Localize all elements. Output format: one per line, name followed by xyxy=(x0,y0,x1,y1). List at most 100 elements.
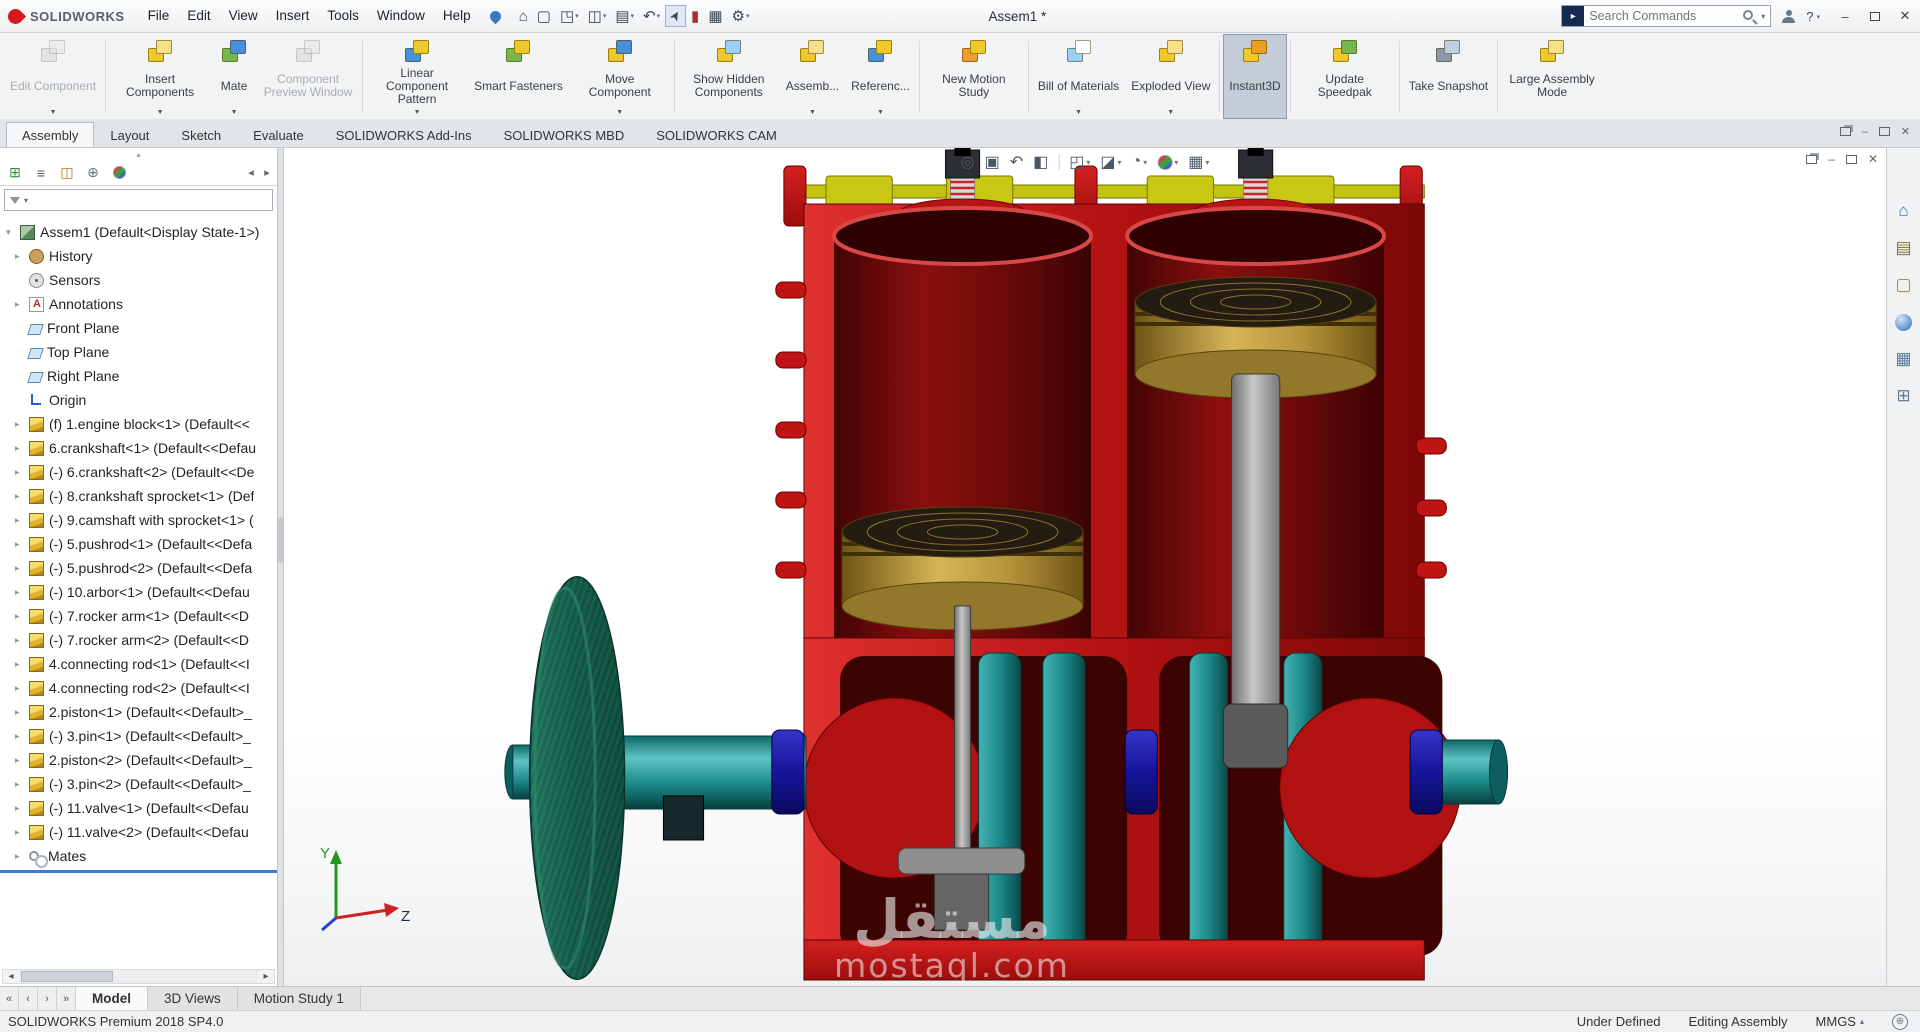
tab-model[interactable]: Model xyxy=(76,987,148,1010)
tree-item-3-pin-1-default-default[interactable]: ▸ (-) 3.pin<1> (Default<<Default>_ xyxy=(0,724,277,748)
tab-sketch[interactable]: Sketch xyxy=(165,122,237,147)
tab-solidworks-mbd[interactable]: SOLIDWORKS MBD xyxy=(488,122,641,147)
menu-view[interactable]: View xyxy=(220,0,267,32)
tree-item-5-pushrod-1-default-defa[interactable]: ▸ (-) 5.pushrod<1> (Default<<Defa xyxy=(0,532,277,556)
view-grid-button[interactable]: ▦ xyxy=(704,5,726,27)
zoom-fit-button[interactable]: ◎ xyxy=(961,152,975,172)
file-explorer-button[interactable]: ▢ xyxy=(1891,272,1917,298)
help-button[interactable]: ? ▾ xyxy=(1806,9,1820,24)
user-account-icon[interactable] xyxy=(1782,9,1796,23)
filter-caret-icon[interactable]: ▾ xyxy=(24,196,28,205)
save-button[interactable]: ◫ ▾ xyxy=(584,5,611,27)
panel-horizontal-scrollbar[interactable]: ◂ ▸ xyxy=(2,969,275,984)
tab-scroll-first-button[interactable]: « xyxy=(0,987,19,1010)
tree-item-7-rocker-arm-1-default-d[interactable]: ▸ (-) 7.rocker arm<1> (Default<<D xyxy=(0,604,277,628)
ribbon-mate[interactable]: Mate ▼ xyxy=(211,34,257,119)
ribbon-instant3d[interactable]: Instant3D xyxy=(1223,34,1287,119)
tree-item-top-plane[interactable]: Top Plane xyxy=(0,340,277,364)
pin-icon[interactable] xyxy=(487,8,503,24)
new-document-button[interactable]: ▢ xyxy=(533,5,555,27)
viewport-close-icon[interactable]: ✕ xyxy=(1868,152,1878,166)
menu-insert[interactable]: Insert xyxy=(267,0,319,32)
edit-appearance-button[interactable]: ▾ xyxy=(1157,154,1178,170)
select-button[interactable]: ➤ xyxy=(665,5,687,27)
ribbon-take-snapshot[interactable]: Take Snapshot xyxy=(1403,34,1494,119)
panel-scroll-right-icon[interactable]: ▸ xyxy=(258,970,274,983)
doc-restore-button[interactable] xyxy=(1878,127,1890,136)
display-style-button[interactable]: ◪ ▾ xyxy=(1100,152,1121,172)
ribbon-insert-components[interactable]: Insert Components ▼ xyxy=(109,34,211,119)
panel-collapse-handle[interactable]: ▴ xyxy=(0,148,277,160)
tree-item-10-arbor-1-default-defau[interactable]: ▸ (-) 10.arbor<1> (Default<<Defau xyxy=(0,580,277,604)
zoom-area-button[interactable]: ▣ xyxy=(985,152,1000,172)
menu-window[interactable]: Window xyxy=(368,0,434,32)
dimxpertmanager-tab[interactable]: ⊕ xyxy=(81,162,105,184)
ribbon-new-motion-study[interactable]: New Motion Study xyxy=(923,34,1025,119)
configurationmanager-tab[interactable]: ◫ xyxy=(55,162,79,184)
ribbon-update-speedpak[interactable]: Update Speedpak xyxy=(1294,34,1396,119)
search-caret-icon[interactable]: ▾ xyxy=(1761,12,1765,21)
custom-properties-button[interactable]: ⊞ xyxy=(1891,383,1917,409)
tab-layout[interactable]: Layout xyxy=(94,122,165,147)
tree-item-3-pin-2-default-default[interactable]: ▸ (-) 3.pin<2> (Default<<Default>_ xyxy=(0,772,277,796)
open-button[interactable]: ◳ ▾ xyxy=(556,5,583,27)
panel-tabs-scroll-left[interactable]: ◂ xyxy=(244,162,258,184)
panel-scroll-thumb[interactable] xyxy=(21,971,113,982)
tab-solidworks-cam[interactable]: SOLIDWORKS CAM xyxy=(640,122,793,147)
undo-button[interactable]: ↶ ▾ xyxy=(639,5,664,27)
propertymanager-tab[interactable]: ≡ xyxy=(29,162,53,184)
ribbon-bill-of-materials[interactable]: Bill of Materials ▼ xyxy=(1032,34,1125,119)
view-settings-button[interactable]: ▦ ▾ xyxy=(1188,152,1209,172)
doc-close-button[interactable]: ✕ xyxy=(1901,125,1910,138)
tree-item-right-plane[interactable]: Right Plane xyxy=(0,364,277,388)
search-input[interactable] xyxy=(1584,9,1742,23)
viewport-minimize-icon[interactable]: – xyxy=(1828,152,1835,166)
tree-item-6-crankshaft-1-default-def[interactable]: ▸ 6.crankshaft<1> (Default<<Defau xyxy=(0,436,277,460)
tree-item-annotations[interactable]: ▸ Annotations xyxy=(0,292,277,316)
tab-motion-study-1[interactable]: Motion Study 1 xyxy=(237,987,361,1010)
panel-scroll-left-icon[interactable]: ◂ xyxy=(3,970,19,983)
search-box[interactable]: ▸ ▾ xyxy=(1561,5,1772,27)
tree-root[interactable]: ▾ Assem1 (Default<Display State-1>) xyxy=(0,220,277,244)
tree-filter-box[interactable]: ▾ xyxy=(4,189,273,211)
view-palette-button[interactable]: ▦ xyxy=(1891,346,1917,372)
appearances-button[interactable] xyxy=(1891,309,1917,335)
view-orientation-button[interactable]: ◰ ▾ xyxy=(1069,152,1090,172)
panel-scroll-track[interactable] xyxy=(19,970,258,983)
displaymanager-tab[interactable] xyxy=(107,162,131,184)
home-button[interactable]: ⌂ xyxy=(1891,198,1917,224)
tree-item-origin[interactable]: Origin xyxy=(0,388,277,412)
tree-item-8-crankshaft-sprocket-1-de[interactable]: ▸ (-) 8.crankshaft sprocket<1> (Def xyxy=(0,484,277,508)
ribbon-large-assembly-mode[interactable]: Large Assembly Mode xyxy=(1501,34,1603,119)
tree-item-5-pushrod-2-default-defa[interactable]: ▸ (-) 5.pushrod<2> (Default<<Defa xyxy=(0,556,277,580)
tab-scroll-last-button[interactable]: » xyxy=(57,987,76,1010)
tab-3d-views[interactable]: 3D Views xyxy=(148,987,238,1010)
tab-assembly[interactable]: Assembly xyxy=(6,122,95,147)
tree-item-2-piston-2-default-default[interactable]: ▸ 2.piston<2> (Default<<Default>_ xyxy=(0,748,277,772)
tree-item-sensors[interactable]: Sensors xyxy=(0,268,277,292)
engine-assembly-model[interactable] xyxy=(284,148,1886,986)
viewport-restore-icon[interactable] xyxy=(1845,154,1857,164)
home-button[interactable]: ⌂ xyxy=(515,6,532,27)
tags-icon[interactable]: ⊕ xyxy=(1892,1013,1908,1030)
tree-item-4-connecting-rod-1-default[interactable]: ▸ 4.connecting rod<1> (Default<<I xyxy=(0,652,277,676)
tree-item-11-valve-1-default-defau[interactable]: ▸ (-) 11.valve<1> (Default<<Defau xyxy=(0,796,277,820)
tree-item-front-plane[interactable]: Front Plane xyxy=(0,316,277,340)
tree-item-4-connecting-rod-2-default[interactable]: ▸ 4.connecting rod<2> (Default<<I xyxy=(0,676,277,700)
ribbon-exploded-view[interactable]: Exploded View ▼ xyxy=(1125,34,1216,119)
ribbon-show-hidden-components[interactable]: Show Hidden Components xyxy=(678,34,780,119)
tree-item-6-crankshaft-2-default-de[interactable]: ▸ (-) 6.crankshaft<2> (Default<<De xyxy=(0,460,277,484)
menu-edit[interactable]: Edit xyxy=(178,0,219,32)
design-library-button[interactable]: ▤ xyxy=(1891,235,1917,261)
ribbon-move-component[interactable]: Move Component ▼ xyxy=(569,34,671,119)
menu-file[interactable]: File xyxy=(139,0,179,32)
menu-help[interactable]: Help xyxy=(434,0,480,32)
maximize-button[interactable] xyxy=(1860,0,1890,32)
options-button[interactable]: ⚙ ▾ xyxy=(728,5,754,27)
minimize-button[interactable]: – xyxy=(1830,0,1860,32)
hide-show-items-button[interactable]: ◔ ▾ xyxy=(1132,153,1148,171)
tree-item-11-valve-2-default-defau[interactable]: ▸ (-) 11.valve<2> (Default<<Defau xyxy=(0,820,277,844)
tree-item-mates[interactable]: ▸ Mates xyxy=(0,844,277,868)
section-view-button[interactable]: ◧ xyxy=(1033,152,1048,172)
ribbon-linear-component-pattern[interactable]: Linear Component Pattern ▼ xyxy=(366,34,468,119)
